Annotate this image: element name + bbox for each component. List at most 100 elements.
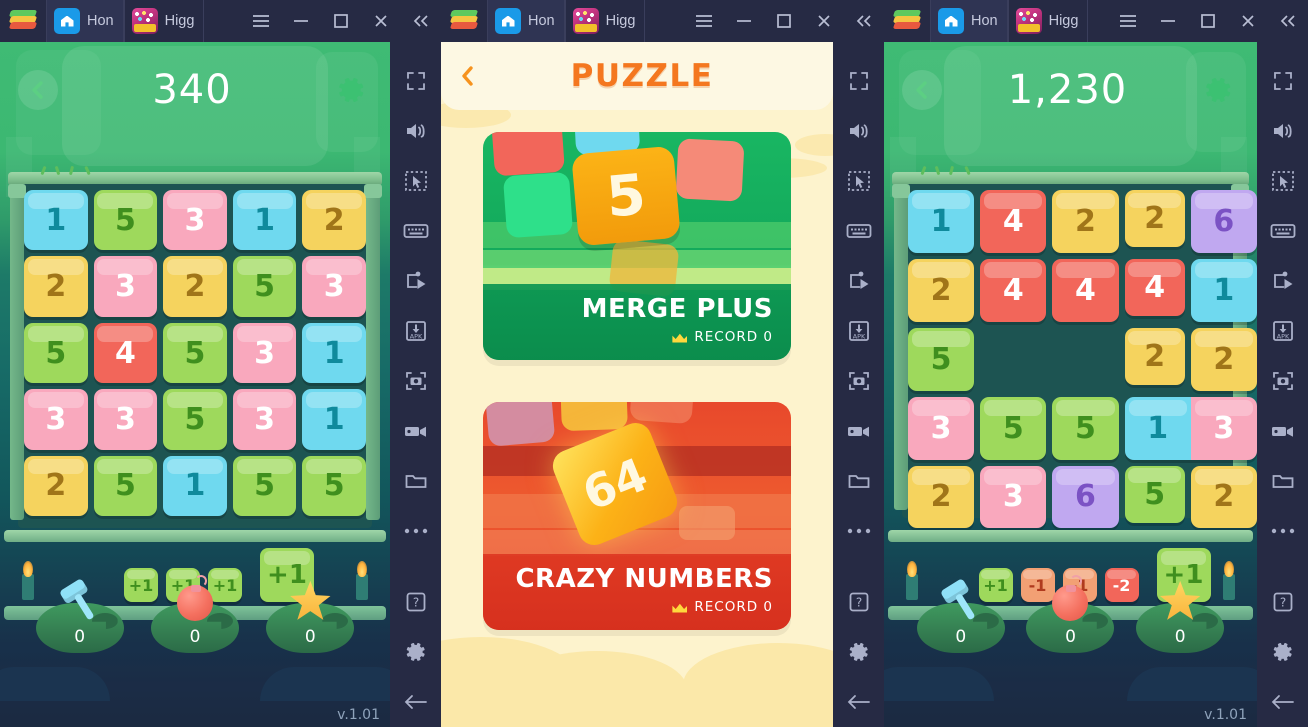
- game-tile[interactable]: 2: [163, 256, 227, 317]
- game-tile[interactable]: 5: [232, 256, 297, 317]
- game-tile[interactable]: 3: [1190, 396, 1257, 460]
- grid-cell[interactable]: 1: [163, 455, 227, 517]
- record-button[interactable]: [1257, 406, 1308, 456]
- game-tile[interactable]: 2: [1124, 327, 1185, 385]
- screenshot-button[interactable]: [1257, 356, 1308, 406]
- game-tile[interactable]: 2: [1052, 190, 1119, 253]
- grid-cell[interactable]: 5: [163, 389, 227, 450]
- close-button[interactable]: [361, 0, 401, 42]
- tab-higgs-domino[interactable]: Higg: [1007, 0, 1089, 42]
- help-button[interactable]: ?: [833, 577, 884, 627]
- grid-cell[interactable]: 2: [1124, 327, 1185, 385]
- grid-cell[interactable]: 1: [1190, 258, 1257, 322]
- pointer-button[interactable]: [1257, 156, 1308, 206]
- collapse-button[interactable]: [401, 0, 441, 42]
- game-controls-button[interactable]: [833, 256, 884, 306]
- collapse-button[interactable]: [844, 0, 884, 42]
- grid-cell[interactable]: 4: [980, 258, 1047, 322]
- media-manager-button[interactable]: [390, 456, 441, 506]
- settings-button[interactable]: [833, 627, 884, 677]
- grid-cell[interactable]: 3: [980, 465, 1047, 529]
- bomb-powerup[interactable]: 0: [1022, 575, 1118, 653]
- grid-cell[interactable]: 3: [232, 322, 297, 384]
- grid-cell[interactable]: 5: [24, 322, 88, 384]
- game-tile[interactable]: 4: [980, 190, 1047, 253]
- tab-higgs-domino[interactable]: Higg: [564, 0, 646, 42]
- install-apk-button[interactable]: APK: [390, 306, 441, 356]
- grid-cell[interactable]: 5: [93, 190, 158, 251]
- game-tile[interactable]: 2: [24, 256, 88, 317]
- star-powerup[interactable]: 0: [1132, 575, 1228, 653]
- tab-home[interactable]: Hon: [487, 0, 565, 42]
- game-tile[interactable]: 2: [1124, 190, 1185, 248]
- grid-cell[interactable]: 5: [232, 455, 297, 517]
- game-tile[interactable]: 3: [232, 389, 297, 450]
- game-tile[interactable]: 5: [908, 327, 975, 391]
- game-tile[interactable]: 1: [302, 389, 366, 450]
- game-tile[interactable]: 3: [163, 190, 227, 251]
- grid-cell[interactable]: 2: [1052, 190, 1119, 253]
- grid-cell[interactable]: 3: [232, 389, 297, 450]
- hammer-powerup[interactable]: 0: [913, 575, 1009, 653]
- game-tile[interactable]: 3: [908, 396, 975, 460]
- volume-button[interactable]: [833, 106, 884, 156]
- game-tile[interactable]: 2: [1190, 327, 1257, 391]
- grid-cell[interactable]: 3: [24, 389, 88, 450]
- pointer-button[interactable]: [390, 156, 441, 206]
- grid-cell[interactable]: 1: [302, 389, 366, 450]
- fullscreen-button[interactable]: [1257, 56, 1308, 106]
- collapse-button[interactable]: [1268, 0, 1308, 42]
- more-button[interactable]: [390, 506, 441, 556]
- game-tile[interactable]: 5: [1052, 396, 1119, 460]
- settings-button[interactable]: [332, 70, 372, 110]
- game-tile[interactable]: 2: [302, 190, 366, 251]
- game-tile[interactable]: 3: [980, 465, 1047, 529]
- grid-cell[interactable]: 1: [1124, 396, 1191, 460]
- install-apk-button[interactable]: APK: [1257, 306, 1308, 356]
- grid-cell[interactable]: 2: [24, 256, 88, 317]
- game-tile[interactable]: 5: [93, 455, 158, 517]
- game-controls-button[interactable]: [390, 256, 441, 306]
- grid-cell[interactable]: 5: [302, 455, 366, 517]
- hammer-powerup[interactable]: 0: [32, 575, 128, 653]
- game-tile[interactable]: 5: [93, 190, 158, 251]
- record-button[interactable]: [833, 406, 884, 456]
- grid-cell[interactable]: 3: [302, 256, 366, 317]
- grid-cell[interactable]: 4: [1124, 258, 1185, 317]
- game-tile[interactable]: 3: [232, 322, 297, 384]
- volume-button[interactable]: [390, 106, 441, 156]
- game-tile[interactable]: 5: [302, 455, 366, 517]
- minimize-button[interactable]: [724, 0, 764, 42]
- keyboard-button[interactable]: [390, 206, 441, 256]
- tab-home[interactable]: Hon: [46, 0, 124, 42]
- game-tile[interactable]: 5: [232, 455, 297, 517]
- grid-cell[interactable]: 4: [1052, 258, 1119, 322]
- media-manager-button[interactable]: [833, 456, 884, 506]
- game-tile[interactable]: 6: [1190, 190, 1257, 253]
- game-tile[interactable]: 5: [24, 322, 88, 384]
- game-tile[interactable]: 1: [1190, 258, 1257, 322]
- grid-cell[interactable]: 2: [1124, 190, 1185, 248]
- grid-cell[interactable]: 2: [302, 190, 366, 251]
- help-button[interactable]: ?: [1257, 577, 1308, 627]
- grid-cell[interactable]: 4: [93, 322, 158, 384]
- grid-cell[interactable]: 2: [908, 465, 975, 529]
- keyboard-button[interactable]: [833, 206, 884, 256]
- game-tile[interactable]: 6: [1052, 465, 1119, 529]
- game-tile[interactable]: 2: [24, 455, 88, 517]
- tab-home[interactable]: Hon: [930, 0, 1008, 42]
- volume-button[interactable]: [1257, 106, 1308, 156]
- grid-cell[interactable]: 2: [163, 256, 227, 317]
- grid-cell[interactable]: 2: [24, 455, 88, 517]
- grid-cell[interactable]: 2: [908, 258, 975, 322]
- game-tile[interactable]: 1: [232, 190, 297, 251]
- bomb-powerup[interactable]: 0: [147, 575, 243, 653]
- game-tile[interactable]: 4: [93, 322, 158, 384]
- game-tile[interactable]: 1: [24, 190, 88, 251]
- game-controls-button[interactable]: [1257, 256, 1308, 306]
- game-card-merge-plus[interactable]: 5 MERGE PLUS RECORD 0: [483, 132, 791, 360]
- back-button[interactable]: [833, 677, 884, 727]
- game-tile[interactable]: 3: [24, 389, 88, 450]
- fullscreen-button[interactable]: [833, 56, 884, 106]
- game-tile[interactable]: 3: [93, 256, 158, 317]
